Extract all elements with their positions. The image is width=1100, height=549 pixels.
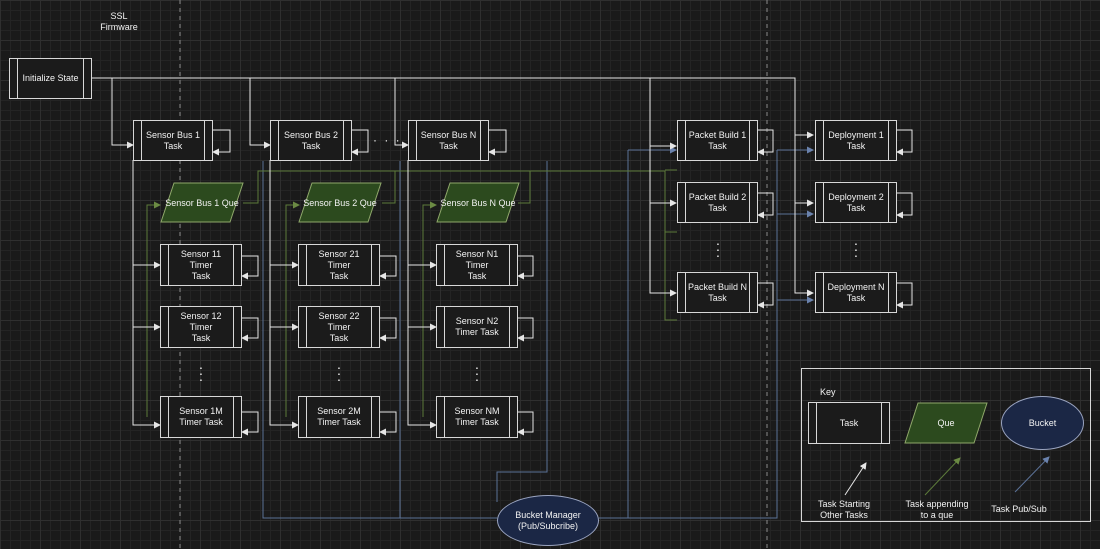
task-label: Sensor 22 Timer Task [318, 310, 360, 343]
diagram-title: SSL Firmware [100, 11, 138, 32]
vertical-ellipsis: · · · [853, 235, 859, 263]
sensor-bus-n-que: Sensor Bus N Que [436, 182, 520, 223]
task-label: Packet Build 2 Task [688, 191, 747, 213]
que-label: Sensor Bus 2 Que [303, 197, 377, 208]
key-que-sample: Que [904, 402, 988, 444]
task-label: Sensor 2M Timer Task [317, 406, 361, 427]
vertical-ellipsis: · · · [715, 235, 721, 263]
sensor-21-timer-task: Sensor 21 Timer Task [298, 244, 380, 286]
packet-build-2-task: Packet Build 2 Task [677, 182, 758, 223]
key-task-sample: Task [808, 402, 890, 444]
sensor-11-timer-task: Sensor 11 Timer Task [160, 244, 242, 286]
task-label: Sensor Bus 1 Task [145, 129, 201, 151]
deployment-1-task: Deployment 1 Task [815, 120, 897, 161]
que-label: Sensor Bus 1 Que [165, 197, 239, 208]
sensor-2m-timer-task: Sensor 2M Timer Task [298, 396, 380, 438]
vertical-ellipsis: · · · [474, 359, 480, 387]
sensor-nm-timer-task: Sensor NM Timer Task [436, 396, 518, 438]
que-label: Sensor Bus N Que [440, 197, 516, 208]
key-task-start-caption: Task Starting Other Tasks [817, 499, 871, 520]
sensor-n2-timer-task: Sensor N2 Timer Task [436, 306, 518, 348]
task-label: Sensor N1 Timer Task [455, 248, 499, 281]
initialize-state-label: Initialize State [22, 73, 79, 83]
sensor-bus-1-que: Sensor Bus 1 Que [160, 182, 244, 223]
task-label: Deployment 2 Task [828, 191, 884, 213]
deployment-n-task: Deployment N Task [815, 272, 897, 313]
vertical-ellipsis: · · · [198, 359, 204, 387]
bucket-manager: Bucket Manager (Pub/Subcribe) [497, 495, 599, 546]
task-label: Sensor Bus N Task [420, 129, 477, 151]
sensor-bus-2-que: Sensor Bus 2 Que [298, 182, 382, 223]
task-label: Sensor 1M Timer Task [179, 406, 223, 427]
initialize-state-task: Initialize State [9, 58, 92, 99]
packet-build-1-task: Packet Build 1 Task [677, 120, 758, 161]
sensor-bus-1-task: Sensor Bus 1 Task [133, 120, 213, 161]
sensor-bus-n-task: Sensor Bus N Task [408, 120, 489, 161]
task-label: Deployment 1 Task [828, 129, 884, 151]
task-label: Packet Build N Task [687, 281, 748, 303]
horizontal-ellipsis: · · · [373, 133, 402, 147]
sensor-1m-timer-task: Sensor 1M Timer Task [160, 396, 242, 438]
key-task-label: Task [839, 417, 859, 428]
sensor-22-timer-task: Sensor 22 Timer Task [298, 306, 380, 348]
sensor-n1-timer-task: Sensor N1 Timer Task [436, 244, 518, 286]
task-label: Sensor 21 Timer Task [318, 248, 360, 281]
task-label: Deployment N Task [827, 281, 885, 303]
vertical-ellipsis: · · · [336, 359, 342, 387]
key-title: Key [820, 387, 836, 397]
task-label: Sensor N2 Timer Task [455, 316, 499, 337]
task-label: Sensor 11 Timer Task [180, 248, 222, 281]
key-pubsub-caption: Task Pub/Sub [991, 504, 1047, 514]
task-label: Sensor 12 Timer Task [180, 310, 222, 343]
task-label: Sensor NM Timer Task [454, 406, 500, 427]
packet-build-n-task: Packet Build N Task [677, 272, 758, 313]
sensor-12-timer-task: Sensor 12 Timer Task [160, 306, 242, 348]
key-bucket-sample: Bucket [1001, 396, 1084, 450]
sensor-bus-2-task: Sensor Bus 2 Task [270, 120, 352, 161]
deployment-2-task: Deployment 2 Task [815, 182, 897, 223]
task-label: Sensor Bus 2 Task [283, 129, 339, 151]
key-que-append-caption: Task appending to a que [905, 499, 969, 520]
task-label: Packet Build 1 Task [688, 129, 747, 151]
key-que-label: Que [937, 418, 955, 428]
